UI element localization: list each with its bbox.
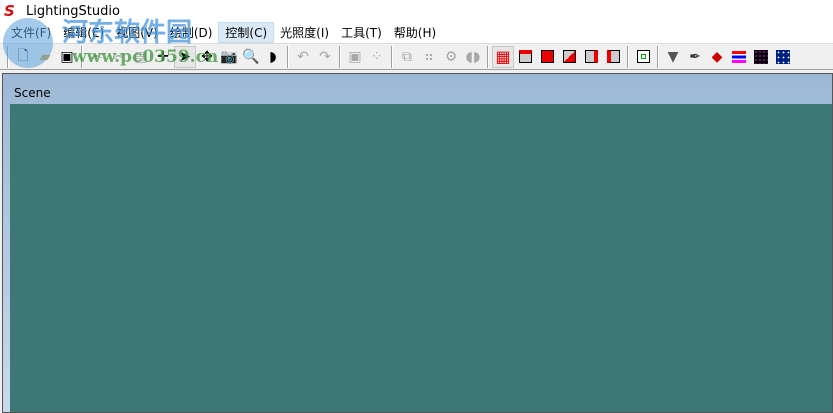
- spotlight-icon[interactable]: ✒: [684, 46, 706, 68]
- group-icon[interactable]: ▣: [344, 46, 366, 68]
- menu-tools[interactable]: 工具(T): [335, 23, 388, 42]
- cube-axes-icon[interactable]: [632, 46, 654, 68]
- menu-edit[interactable]: 编辑(E): [57, 23, 110, 42]
- toolbar-separator: [339, 45, 341, 68]
- toolbar-separator: [7, 45, 9, 68]
- cut-icon[interactable]: ✂: [86, 46, 108, 68]
- select-arrow-icon[interactable]: ➤: [174, 45, 196, 68]
- scene-window: Scene: [2, 73, 833, 413]
- grid-view-icon[interactable]: ▦: [492, 45, 514, 68]
- toolbar: 🗋 ▰ ▣ ✂ ✂ ▤ ✛ ➤ ✥ 📷 🔍 ◗ ↶ ↷ ▣ ⁘ ⧉ ⠶ ⚙ ◖◗…: [0, 43, 833, 70]
- menu-help[interactable]: 帮助(H): [388, 23, 442, 42]
- save-icon[interactable]: ▣: [56, 46, 78, 68]
- title-bar: S LightingStudio: [0, 0, 833, 22]
- app-logo-icon: S: [4, 2, 15, 20]
- menu-bar: 文件(F) 编辑(E) 视图(V) 绘制(D) 控制(C) 光照度(I) 工具(…: [0, 22, 833, 43]
- color-stripes-icon[interactable]: [728, 46, 750, 68]
- zoom-magnifier-icon[interactable]: 🔍: [240, 46, 262, 68]
- new-file-icon[interactable]: 🗋: [12, 46, 34, 68]
- cube-view-left-icon[interactable]: [602, 46, 624, 68]
- scene-window-title: Scene: [14, 86, 51, 100]
- axis-move-icon[interactable]: ✛: [152, 46, 174, 68]
- menu-file[interactable]: 文件(F): [5, 23, 57, 42]
- circular-array-icon[interactable]: ⚙: [440, 46, 462, 68]
- copy-icon[interactable]: ✂: [108, 46, 130, 68]
- toolbar-separator: [657, 45, 659, 68]
- redo-icon[interactable]: ↷: [314, 46, 336, 68]
- paste-icon[interactable]: ▤: [130, 46, 152, 68]
- cube-view-top-icon[interactable]: [514, 46, 536, 68]
- luminaire-icon[interactable]: ▼: [662, 46, 684, 68]
- pan-move-icon[interactable]: ✥: [196, 46, 218, 68]
- array-icon[interactable]: ⠶: [418, 46, 440, 68]
- mirror-icon[interactable]: ◖◗: [462, 46, 484, 68]
- toolbar-separator: [391, 45, 393, 68]
- cube-view-corner-icon[interactable]: [558, 46, 580, 68]
- cube-view-right-icon[interactable]: [580, 46, 602, 68]
- menu-view[interactable]: 视图(V): [110, 23, 164, 42]
- floodlight-icon[interactable]: ◆: [706, 46, 728, 68]
- rotate-icon[interactable]: ◗: [262, 46, 284, 68]
- menu-control[interactable]: 控制(C): [218, 22, 275, 43]
- open-folder-icon[interactable]: ▰: [34, 46, 56, 68]
- menu-draw[interactable]: 绘制(D): [164, 23, 219, 42]
- undo-icon[interactable]: ↶: [292, 46, 314, 68]
- toolbar-separator: [627, 45, 629, 68]
- ungroup-icon[interactable]: ⁘: [366, 46, 388, 68]
- duplicate-icon[interactable]: ⧉: [396, 46, 418, 68]
- starfield-icon[interactable]: [772, 46, 794, 68]
- cube-view-front-icon[interactable]: [536, 46, 558, 68]
- toolbar-separator: [81, 45, 83, 68]
- camera-icon[interactable]: 📷: [218, 46, 240, 68]
- toolbar-separator: [487, 45, 489, 68]
- toolbar-separator: [287, 45, 289, 68]
- led-matrix-icon[interactable]: [750, 46, 772, 68]
- scene-viewport[interactable]: [10, 104, 832, 412]
- menu-illuminance[interactable]: 光照度(I): [274, 23, 335, 42]
- window-title: LightingStudio: [26, 3, 120, 19]
